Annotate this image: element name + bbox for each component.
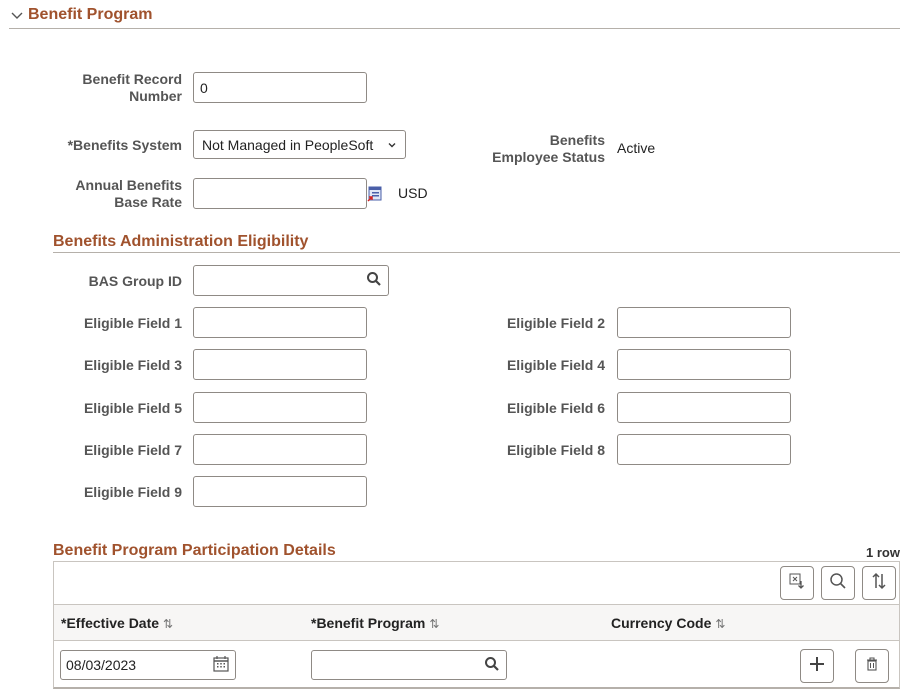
eligible-field-3-label: Eligible Field 3: [83, 357, 182, 373]
sort-icon[interactable]: ⇅: [163, 617, 173, 631]
section-header[interactable]: Benefit Program: [10, 6, 152, 24]
section-divider: [9, 28, 900, 29]
column-header-effective-date[interactable]: *Effective Date ⇅: [61, 615, 173, 631]
participation-title: Benefit Program Participation Details: [53, 542, 336, 559]
eligibility-divider: [53, 252, 900, 253]
eligible-field-5-label: Eligible Field 5: [83, 400, 182, 416]
search-icon[interactable]: [484, 656, 500, 675]
plus-icon: [808, 655, 826, 678]
eligible-field-4-label: Eligible Field 4: [506, 357, 605, 373]
row-count: 1 row: [866, 545, 900, 560]
export-excel-icon: [788, 572, 806, 595]
eligibility-title: Benefits Administration Eligibility: [53, 233, 309, 250]
grid-header-row: *Effective Date ⇅ *Benefit Program ⇅ Curre…: [54, 605, 899, 641]
add-row-button[interactable]: [800, 649, 834, 683]
effective-date-input[interactable]: 08/03/2023: [60, 650, 236, 680]
benefits-employee-status-value: Active: [617, 140, 656, 156]
eligible-field-1-label: Eligible Field 1: [83, 315, 182, 331]
benefits-system-label: *Benefits System: [67, 137, 182, 153]
benefits-employee-status-label: Benefits Employee Status: [492, 132, 605, 165]
sort-icon[interactable]: ⇅: [429, 617, 439, 631]
benefits-system-select[interactable]: Not Managed in PeopleSoft: [193, 130, 406, 159]
eligible-field-6-input[interactable]: [617, 392, 791, 423]
eligible-field-8-input[interactable]: [617, 434, 791, 465]
grid-search-button[interactable]: [821, 566, 855, 600]
eligible-field-4-input[interactable]: [617, 349, 791, 380]
column-header-currency-code[interactable]: Currency Code ⇅: [611, 615, 725, 631]
chevron-down-icon: [387, 137, 397, 153]
calculator-popup-icon[interactable]: [367, 186, 383, 202]
column-header-benefit-program[interactable]: *Benefit Program ⇅: [311, 615, 439, 631]
eligible-field-8-label: Eligible Field 8: [506, 442, 605, 458]
search-icon: [829, 572, 847, 595]
annual-benefits-base-rate-label: Annual Benefits Base Rate: [75, 177, 182, 210]
annual-benefits-base-rate-input[interactable]: [193, 178, 367, 209]
delete-row-button[interactable]: [855, 649, 889, 683]
benefit-program-input[interactable]: [311, 650, 507, 680]
calendar-icon[interactable]: [212, 655, 230, 676]
trash-icon: [864, 656, 880, 677]
eligible-field-9-label: Eligible Field 9: [83, 484, 182, 500]
eligible-field-5-input[interactable]: [193, 392, 367, 423]
chevron-down-icon[interactable]: [10, 8, 24, 22]
eligible-field-9-input[interactable]: [193, 476, 367, 507]
sort-icon: [870, 572, 888, 595]
section-title: Benefit Program: [28, 6, 153, 23]
grid-toolbar: [54, 562, 899, 605]
grid-sort-button[interactable]: [862, 566, 896, 600]
eligible-field-1-input[interactable]: [193, 307, 367, 338]
eligible-field-3-input[interactable]: [193, 349, 367, 380]
export-excel-button[interactable]: [780, 566, 814, 600]
currency-label: USD: [398, 185, 428, 201]
eligible-field-2-label: Eligible Field 2: [506, 315, 605, 331]
bas-group-id-label: BAS Group ID: [88, 273, 182, 289]
table-row: 08/03/2023: [54, 642, 899, 688]
search-icon[interactable]: [366, 271, 382, 290]
eligible-field-6-label: Eligible Field 6: [506, 400, 605, 416]
benefit-record-number-label: Benefit Record Number: [82, 71, 182, 104]
benefit-record-number-input[interactable]: 0: [193, 72, 367, 103]
eligible-field-7-label: Eligible Field 7: [83, 442, 182, 458]
sort-icon[interactable]: ⇅: [715, 617, 725, 631]
bas-group-id-input[interactable]: [193, 265, 389, 296]
eligible-field-7-input[interactable]: [193, 434, 367, 465]
participation-grid: *Effective Date ⇅ *Benefit Program ⇅ Curre…: [53, 561, 900, 689]
eligible-field-2-input[interactable]: [617, 307, 791, 338]
